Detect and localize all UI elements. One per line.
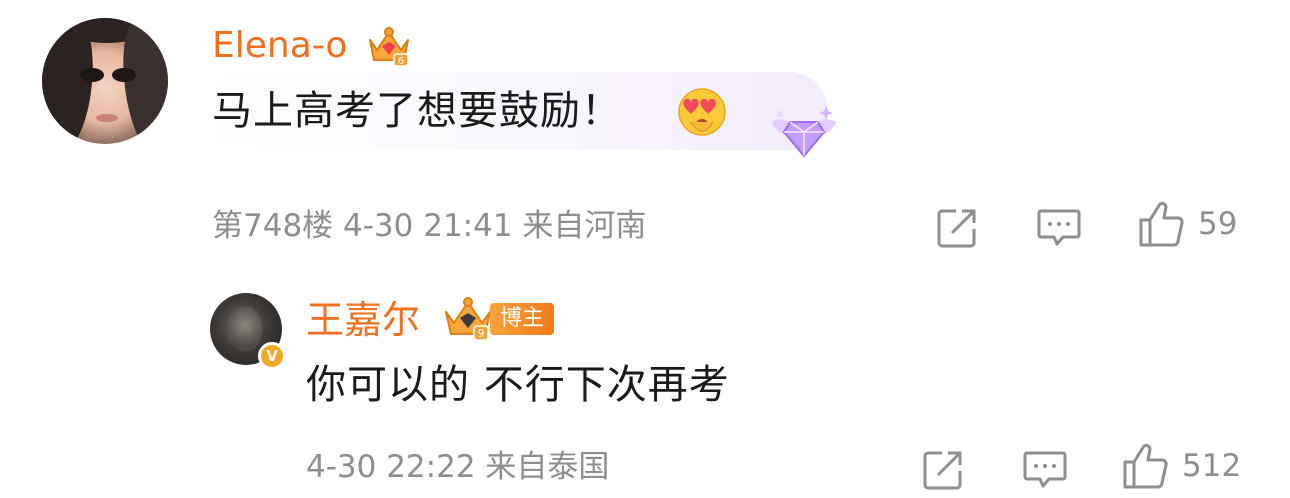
like-count: 512: [1182, 448, 1242, 484]
comment-icon: [1023, 451, 1067, 488]
comment-text: 马上高考了想要鼓励！: [212, 88, 622, 134]
thumbs-up-icon: [1139, 201, 1184, 247]
share-icon: [937, 209, 976, 248]
level-number: 6: [398, 56, 404, 67]
like-count: 59: [1198, 206, 1238, 242]
reply-button[interactable]: [1036, 204, 1082, 252]
heart-eyes-emoji-icon: [678, 88, 726, 136]
verified-badge-icon: V: [258, 342, 286, 370]
user-avatar[interactable]: [42, 18, 168, 144]
like-button[interactable]: 512: [1122, 442, 1241, 490]
blogger-badge: 博主: [490, 303, 555, 335]
reply-button[interactable]: [1022, 446, 1068, 494]
share-button[interactable]: [922, 446, 964, 494]
crown-level-badge-icon: 6: [369, 27, 409, 67]
comment-meta: 第748楼 4-30 21:41 来自河南: [212, 208, 647, 244]
thumbs-up-icon: [1123, 443, 1168, 489]
comment-thread: Elena-o 6 马上高考了想要鼓励！ 第748楼 4-30 21:41 来自…: [0, 0, 1290, 498]
like-button[interactable]: 59: [1138, 200, 1237, 248]
comment-username[interactable]: Elena-o: [212, 24, 347, 68]
reply-username[interactable]: 王嘉尔: [306, 296, 420, 344]
share-icon: [923, 451, 962, 490]
gem-wings-badge-icon: [772, 106, 836, 158]
level-number: 9: [478, 327, 485, 340]
share-button[interactable]: [936, 204, 978, 252]
comment-icon: [1037, 209, 1081, 246]
crown-level-badge-icon: 9: [445, 297, 491, 341]
reply-meta: 4-30 22:22 来自泰国: [306, 449, 610, 485]
reply-text: 你可以的 不行下次再考: [306, 362, 730, 408]
